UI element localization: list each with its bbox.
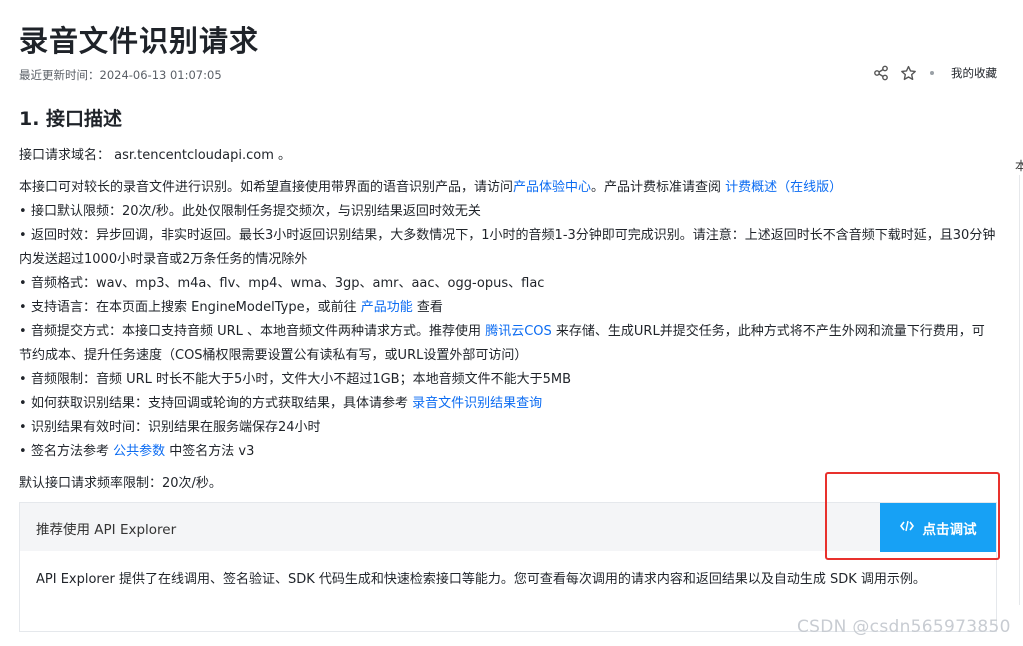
result-query-link[interactable]: 录音文件识别结果查询 — [412, 396, 542, 411]
page-actions: 我的收藏 — [872, 64, 997, 82]
list-item: • 签名方法参考 公共参数 中签名方法 v3 — [19, 444, 255, 459]
list-item-text: 如何获取识别结果：支持回调或轮询的方式获取结果，具体请参考 — [31, 396, 413, 411]
list-item-text: 音频提交方式：本接口支持音频 URL 、本地音频文件两种请求方式。推荐使用 — [31, 324, 486, 339]
my-favorites-link[interactable]: 我的收藏 — [951, 65, 997, 81]
list-item-text: 音频格式：wav、mp3、m4a、flv、mp4、wma、3gp、amr、aac… — [31, 276, 545, 291]
product-features-link[interactable]: 产品功能 — [361, 300, 413, 315]
sidebar-divider — [1019, 175, 1020, 605]
common-params-link[interactable]: 公共参数 — [113, 444, 165, 459]
separator-dot — [930, 71, 934, 75]
api-explorer-header: 推荐使用 API Explorer 点击调试 — [20, 503, 996, 552]
star-icon[interactable] — [899, 64, 917, 82]
debug-button[interactable]: 点击调试 — [880, 503, 996, 552]
last-updated: 最近更新时间：2024-06-13 01:07:05 — [19, 68, 222, 82]
list-item-text: 识别结果有效时间：识别结果在服务端保存24小时 — [31, 420, 321, 435]
list-item: • 识别结果有效时间：识别结果在服务端保存24小时 — [19, 420, 321, 435]
list-item-text: 支持语言：在本页面上搜索 EngineModelType，或前往 — [31, 300, 361, 315]
list-item: • 如何获取识别结果：支持回调或轮询的方式获取结果，具体请参考 录音文件识别结果查… — [19, 396, 543, 411]
list-item: • 返回时效：异步回调，非实时返回。最长3小时返回识别结果，大多数情况下，1小时的… — [19, 228, 996, 267]
domain-line: 接口请求域名： asr.tencentcloudapi.com 。 — [19, 148, 292, 163]
list-item-text: 返回时效：异步回调，非实时返回。最长3小时返回识别结果，大多数情况下，1小时的音… — [19, 228, 996, 267]
api-explorer-description: API Explorer 提供了在线调用、签名验证、SDK 代码生成和快速检索接… — [36, 572, 926, 587]
interface-description: 接口请求域名： asr.tencentcloudapi.com 。 本接口可对较… — [19, 144, 997, 496]
list-item: • 音频格式：wav、mp3、m4a、flv、mp4、wma、3gp、amr、aa… — [19, 276, 545, 291]
intro-paragraph: 本接口可对较长的录音文件进行识别。如希望直接使用带界面的语音识别产品，请访问产品… — [19, 176, 997, 200]
section-heading: 1. 接口描述 — [19, 108, 123, 130]
list-item-text: 音频限制：音频 URL 时长不能大于5小时，文件大小不超过1GB；本地音频文件不… — [31, 372, 571, 387]
watermark: CSDN @csdn565973850 — [797, 617, 1011, 637]
list-item-text: 中签名方法 v3 — [165, 444, 255, 459]
code-icon — [899, 520, 914, 536]
share-icon[interactable] — [872, 64, 890, 82]
billing-overview-link[interactable]: 计费概述（在线版） — [725, 180, 842, 195]
intro-text: 本接口可对较长的录音文件进行识别。如希望直接使用带界面的语音识别产品，请访问 — [19, 180, 514, 195]
list-item-text: 签名方法参考 — [31, 444, 114, 459]
experience-center-link[interactable]: 产品体验中心 — [513, 180, 591, 195]
list-item: • 音频提交方式：本接口支持音频 URL 、本地音频文件两种请求方式。推荐使用 腾… — [19, 324, 985, 363]
sidebar-edge-char: 本 — [1015, 159, 1023, 173]
tencent-cos-link[interactable]: 腾讯云COS — [485, 324, 552, 339]
list-item: • 支持语言：在本页面上搜索 EngineModelType，或前往 产品功能 查… — [19, 300, 443, 315]
rate-limit-text: 默认接口请求频率限制：20次/秒。 — [19, 476, 222, 491]
page-title: 录音文件识别请求 — [19, 24, 260, 58]
list-item: • 音频限制：音频 URL 时长不能大于5小时，文件大小不超过1GB；本地音频文件… — [19, 372, 571, 387]
list-item-text: 接口默认限频：20次/秒。此处仅限制任务提交频次，与识别结果返回时效无关 — [31, 204, 481, 219]
api-explorer-panel: 推荐使用 API Explorer 点击调试 API Explorer 提供了在… — [19, 502, 997, 632]
list-item-text: 查看 — [412, 300, 443, 315]
debug-button-label: 点击调试 — [922, 521, 977, 538]
intro-text-billing: 。产品计费标准请查阅 — [591, 180, 726, 195]
list-item: • 接口默认限频：20次/秒。此处仅限制任务提交频次，与识别结果返回时效无关 — [19, 204, 481, 219]
api-explorer-title: 推荐使用 API Explorer — [36, 522, 177, 538]
